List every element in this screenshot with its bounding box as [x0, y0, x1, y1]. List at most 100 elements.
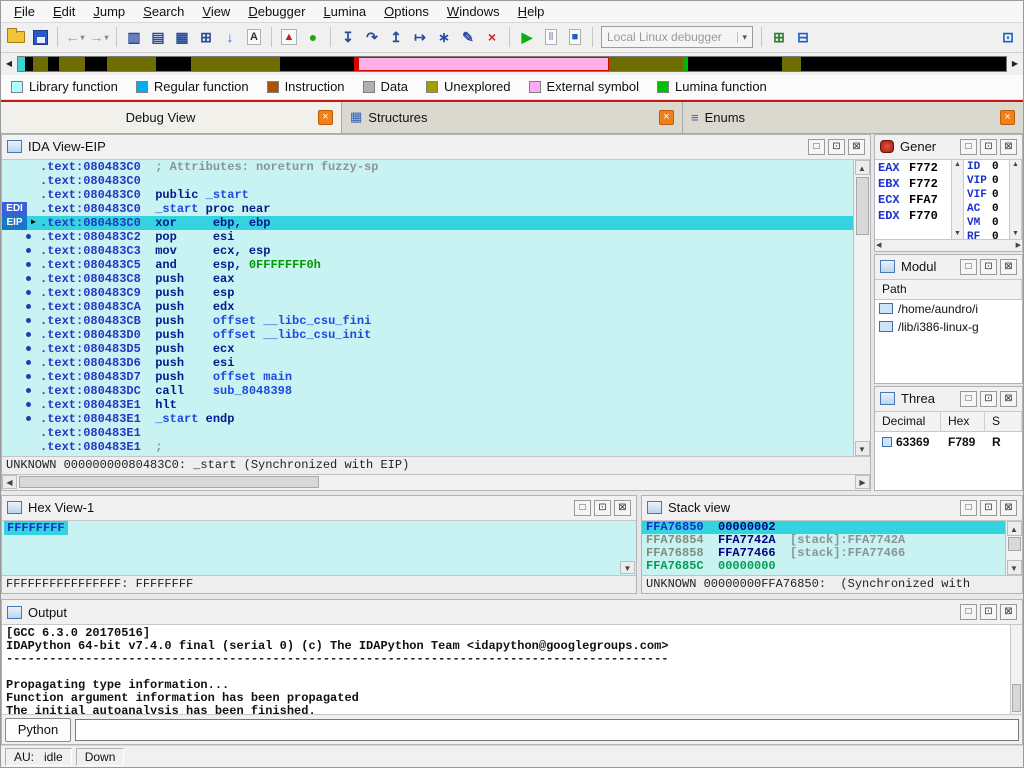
- column-s[interactable]: S: [985, 412, 1022, 431]
- disasm-line[interactable]: .text:080483C9 push esp: [2, 286, 853, 300]
- stack-vertical-scrollbar[interactable]: ▲ ▼: [1005, 521, 1022, 576]
- navigate-back-icon[interactable]: ←▾: [64, 26, 86, 48]
- flag-row[interactable]: VM0: [964, 216, 1009, 230]
- disasm-line[interactable]: .text:080483CB push offset __libc_csu_fi…: [2, 314, 853, 328]
- restore-button[interactable]: ⊡: [980, 391, 997, 407]
- thread-row[interactable]: 63369F789R: [875, 432, 1022, 452]
- scroll-right-icon[interactable]: ▶: [855, 475, 870, 489]
- scroll-down-icon[interactable]: ▼: [855, 441, 870, 456]
- band-scroll-right-icon[interactable]: ▶: [1009, 56, 1021, 72]
- column-path[interactable]: Path: [875, 280, 1022, 299]
- scroll-down-icon[interactable]: ▼: [954, 229, 961, 239]
- step-over-icon[interactable]: ↷: [361, 26, 383, 48]
- flag-row[interactable]: VIF0: [964, 188, 1009, 202]
- disasm-line[interactable]: .text:080483C8 push eax: [2, 272, 853, 286]
- disasm-line[interactable]: ▶.text:080483C0 xor ebp, ebp: [2, 216, 853, 230]
- close-button[interactable]: ⊠: [848, 139, 865, 155]
- hex-content[interactable]: FFFFFFFF ▼: [2, 521, 636, 576]
- flag-row[interactable]: AC0: [964, 202, 1009, 216]
- column-decimal[interactable]: Decimal: [875, 412, 941, 431]
- scroll-up-icon[interactable]: ▲: [855, 160, 870, 175]
- stack-content[interactable]: FFA76850 00000002FFA76854 FFA7742A [stac…: [642, 521, 1022, 576]
- restore-button[interactable]: ⊡: [594, 500, 611, 516]
- jump-next-unexplored-icon[interactable]: ▦: [171, 26, 193, 48]
- python-command-input[interactable]: [75, 719, 1019, 741]
- hex-selected-address[interactable]: FFFFFFFF: [4, 521, 68, 535]
- menu-file[interactable]: File: [5, 1, 44, 23]
- register-row[interactable]: EBXF772: [875, 176, 951, 192]
- tab-debug-view[interactable]: Debug View×: [1, 102, 342, 133]
- edit-trace-icon[interactable]: ✎: [457, 26, 479, 48]
- disasm-line[interactable]: .text:080483D6 push esi: [2, 356, 853, 370]
- scroll-right-icon[interactable]: ▶: [1016, 241, 1021, 249]
- menu-debugger[interactable]: Debugger: [239, 1, 314, 23]
- scroll-down-icon[interactable]: ▼: [1007, 560, 1022, 575]
- scroll-down-icon[interactable]: ▼: [620, 561, 635, 574]
- scroll-left-icon[interactable]: ◀: [2, 475, 17, 489]
- close-button[interactable]: ⊠: [1000, 500, 1017, 516]
- text-search-icon[interactable]: A: [243, 26, 265, 48]
- disasm-line[interactable]: .text:080483E1 _start endp: [2, 412, 853, 426]
- trace-icon[interactable]: ∗: [433, 26, 455, 48]
- disasm-line[interactable]: .text:080483CA push edx: [2, 300, 853, 314]
- band-scroll-left-icon[interactable]: ◀: [3, 56, 15, 72]
- threads-header[interactable]: DecimalHexS: [875, 412, 1022, 432]
- scroll-thumb[interactable]: [856, 177, 869, 235]
- disasm-line[interactable]: .text:080483DC call sub_8048398: [2, 384, 853, 398]
- close-tab-icon[interactable]: ×: [1000, 110, 1015, 125]
- flag-row[interactable]: VIP0: [964, 174, 1009, 188]
- save-file-icon[interactable]: [29, 26, 51, 48]
- restore-button[interactable]: ⊡: [828, 139, 845, 155]
- disasm-line[interactable]: .text:080483C0: [2, 174, 853, 188]
- scroll-track[interactable]: [17, 475, 855, 489]
- attach-process-icon[interactable]: ⊞: [768, 26, 790, 48]
- scroll-track[interactable]: [1007, 536, 1022, 561]
- output-scrollbar[interactable]: [1010, 625, 1022, 714]
- step-into-icon[interactable]: ↧: [337, 26, 359, 48]
- registers-horizontal-scrollbar[interactable]: ◀▶: [875, 239, 1022, 251]
- close-tab-icon[interactable]: ×: [659, 110, 674, 125]
- disasm-line[interactable]: .text:080483C0 ; Attributes: noreturn fu…: [2, 160, 853, 174]
- suspend-process-icon[interactable]: ■: [564, 26, 586, 48]
- menu-search[interactable]: Search: [134, 1, 193, 23]
- open-file-icon[interactable]: [5, 26, 27, 48]
- column-hex[interactable]: Hex: [941, 412, 985, 431]
- menu-lumina[interactable]: Lumina: [314, 1, 375, 23]
- disasm-line[interactable]: .text:080483C2 pop esi: [2, 230, 853, 244]
- navigate-forward-icon[interactable]: →▾: [88, 26, 110, 48]
- register-row[interactable]: EDXF770: [875, 208, 951, 224]
- debugger-windows-icon[interactable]: ⊟: [792, 26, 814, 48]
- disasm-line[interactable]: .text:080483E1: [2, 426, 853, 440]
- jump-next-data-icon[interactable]: ▤: [147, 26, 169, 48]
- tab-structures[interactable]: ▦Structures×: [342, 102, 683, 133]
- disasm-line[interactable]: .text:080483C5 and esp, 0FFFFFFF0h: [2, 258, 853, 272]
- minimize-button[interactable]: □: [960, 391, 977, 407]
- menu-options[interactable]: Options: [375, 1, 438, 23]
- cancel-debug-icon[interactable]: ×: [481, 26, 503, 48]
- jump-by-name-icon[interactable]: ⊞: [195, 26, 217, 48]
- flag-row[interactable]: ID0: [964, 160, 1009, 174]
- menu-help[interactable]: Help: [509, 1, 554, 23]
- close-button[interactable]: ⊠: [1000, 259, 1017, 275]
- scroll-down-icon[interactable]: ▼: [1012, 229, 1019, 239]
- run-to-cursor-icon[interactable]: ↦: [409, 26, 431, 48]
- menu-windows[interactable]: Windows: [438, 1, 509, 23]
- debugger-select[interactable]: Local Linux debugger▾: [601, 26, 753, 48]
- scroll-thumb[interactable]: [19, 476, 319, 488]
- scroll-up-icon[interactable]: ▲: [1007, 521, 1022, 536]
- restore-button[interactable]: ⊡: [980, 139, 997, 155]
- minimize-button[interactable]: □: [960, 500, 977, 516]
- close-button[interactable]: ⊠: [1000, 604, 1017, 620]
- run-indicator-icon[interactable]: ●: [302, 26, 324, 48]
- disasm-vertical-scrollbar[interactable]: ▲ ▼: [853, 160, 870, 456]
- jump-next-code-icon[interactable]: ▥: [123, 26, 145, 48]
- menu-edit[interactable]: Edit: [44, 1, 84, 23]
- register-row[interactable]: ECXFFA7: [875, 192, 951, 208]
- minimize-button[interactable]: □: [960, 604, 977, 620]
- disasm-line[interactable]: .text:080483E1 ;: [2, 440, 853, 454]
- scroll-up-icon[interactable]: ▲: [1012, 160, 1019, 170]
- desktop-windows-icon[interactable]: ⊡: [997, 26, 1019, 48]
- close-button[interactable]: ⊠: [614, 500, 631, 516]
- disasm-line[interactable]: .text:080483E1 hlt: [2, 398, 853, 412]
- modules-header[interactable]: Path: [875, 280, 1022, 300]
